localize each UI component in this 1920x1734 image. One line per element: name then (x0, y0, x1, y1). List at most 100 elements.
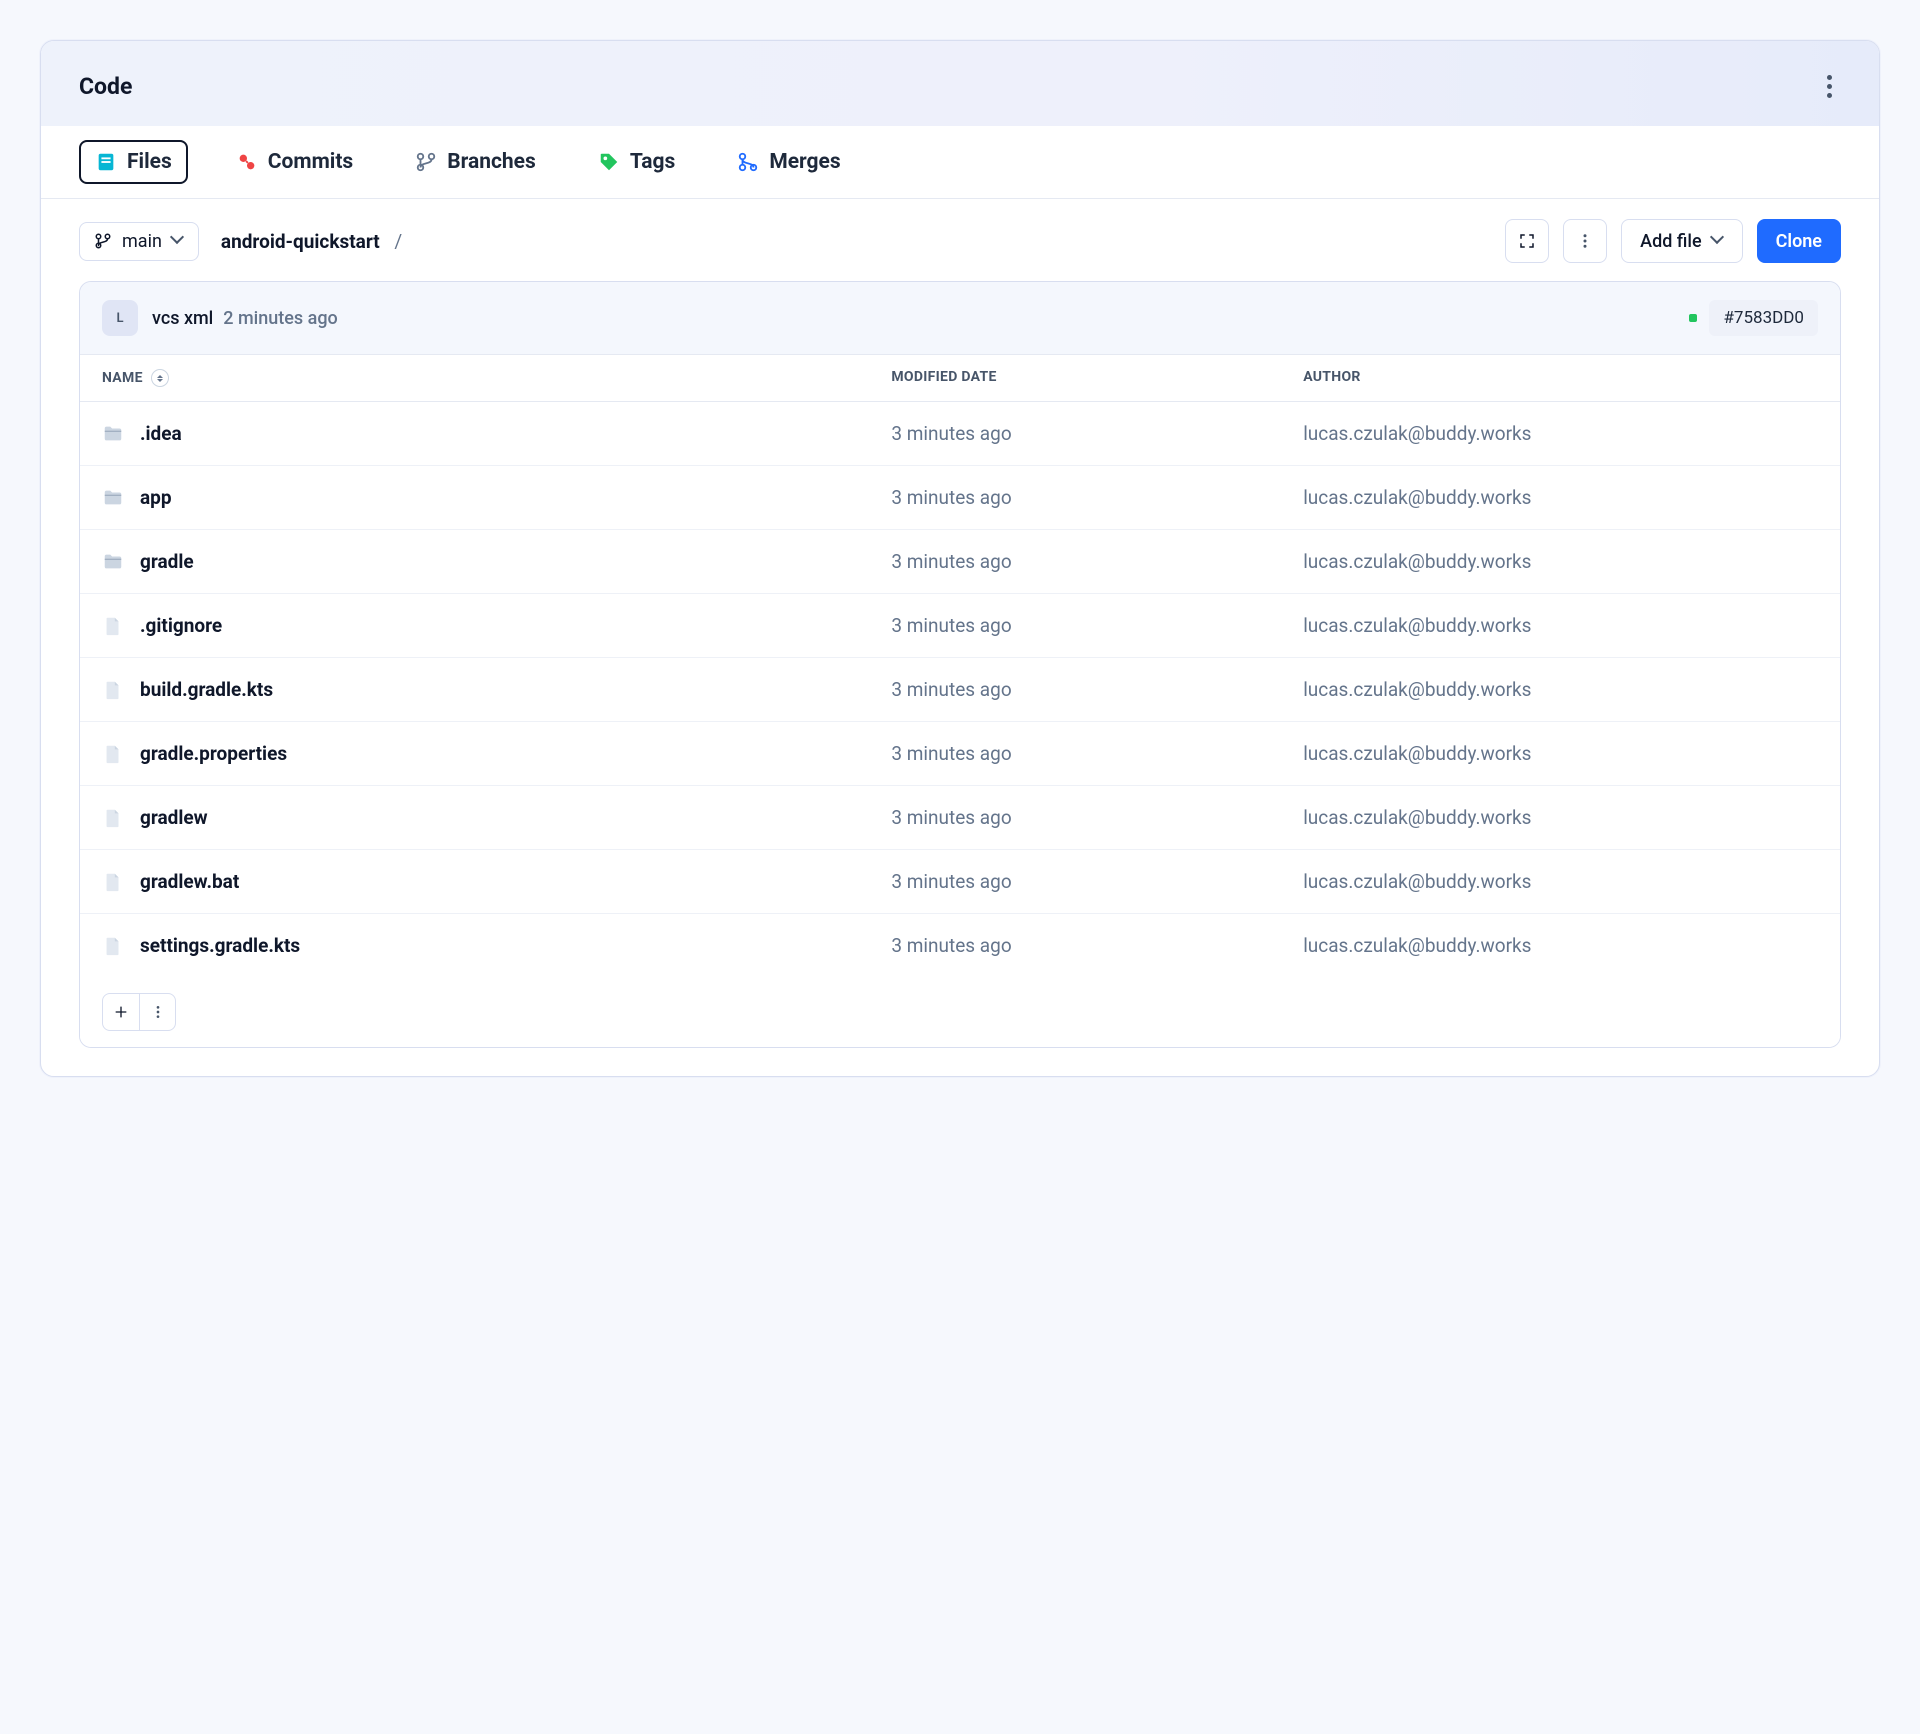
file-icon (102, 871, 124, 893)
commit-message[interactable]: vcs xml (152, 308, 213, 329)
table-row[interactable]: .idea 3 minutes agolucas.czulak@buddy.wor… (80, 402, 1840, 466)
footer-more-button[interactable] (139, 994, 175, 1030)
file-author: lucas.czulak@buddy.works (1303, 550, 1818, 573)
column-name[interactable]: NAME (102, 370, 143, 386)
tab-merges-icon (737, 151, 759, 173)
add-file-label: Add file (1640, 231, 1701, 252)
branch-selector[interactable]: main (79, 222, 199, 261)
file-author: lucas.czulak@buddy.works (1303, 806, 1818, 829)
tab-files-icon (95, 151, 117, 173)
footer-actions (102, 993, 176, 1031)
chevron-down-icon (1712, 235, 1724, 247)
sort-icon[interactable] (151, 369, 169, 387)
tab-branches-icon (415, 151, 437, 173)
file-modified: 3 minutes ago (891, 934, 1303, 957)
clone-label: Clone (1776, 231, 1822, 252)
branch-name: main (122, 231, 162, 252)
toolbar-more-button[interactable] (1563, 219, 1607, 263)
file-modified: 3 minutes ago (891, 614, 1303, 637)
file-modified: 3 minutes ago (891, 486, 1303, 509)
tabs: Files Commits Branches Tags Merges (41, 126, 1879, 199)
file-icon (102, 935, 124, 957)
tab-label: Merges (769, 150, 840, 174)
status-indicator (1689, 314, 1697, 322)
file-name: gradlew (140, 806, 208, 829)
dots-vertical-icon (150, 1004, 166, 1020)
table-row[interactable]: gradle.properties 3 minutes agolucas.czul… (80, 722, 1840, 786)
add-file-button[interactable]: Add file (1621, 219, 1742, 263)
file-name: app (140, 486, 172, 509)
file-modified: 3 minutes ago (891, 806, 1303, 829)
file-modified: 3 minutes ago (891, 870, 1303, 893)
tab-branches[interactable]: Branches (401, 140, 550, 184)
file-name: gradlew.bat (140, 870, 239, 893)
tab-label: Tags (630, 150, 676, 174)
page-title: Code (79, 73, 132, 100)
card-header: Code (41, 41, 1879, 126)
plus-icon (113, 1004, 129, 1020)
file-name: build.gradle.kts (140, 678, 273, 701)
breadcrumb-separator: / (384, 230, 412, 253)
file-name: gradle.properties (140, 742, 287, 765)
file-modified: 3 minutes ago (891, 742, 1303, 765)
file-icon (102, 679, 124, 701)
table-header: NAME MODIFIED DATE AUTHOR (80, 355, 1840, 402)
tab-commits-icon (236, 151, 258, 173)
file-panel: L vcs xml 2 minutes ago #7583DD0 NAME MO… (79, 281, 1841, 1048)
branch-icon (94, 232, 112, 250)
file-icon (102, 743, 124, 765)
tab-label: Files (127, 150, 172, 174)
file-author: lucas.czulak@buddy.works (1303, 742, 1818, 765)
file-author: lucas.czulak@buddy.works (1303, 870, 1818, 893)
table-row[interactable]: gradlew 3 minutes agolucas.czulak@buddy.w… (80, 786, 1840, 850)
file-icon (102, 807, 124, 829)
avatar: L (102, 300, 138, 336)
file-author: lucas.czulak@buddy.works (1303, 678, 1818, 701)
latest-commit-row: L vcs xml 2 minutes ago #7583DD0 (80, 282, 1840, 355)
commit-hash[interactable]: #7583DD0 (1709, 300, 1818, 336)
tab-files[interactable]: Files (79, 140, 188, 184)
file-author: lucas.czulak@buddy.works (1303, 486, 1818, 509)
column-modified[interactable]: MODIFIED DATE (891, 369, 1303, 387)
file-name: .idea (140, 422, 182, 445)
toolbar: main android-quickstart / Add file Clone (41, 199, 1879, 281)
file-name: gradle (140, 550, 194, 573)
code-card: Code Files Commits Branches Tags Merges main… (40, 40, 1880, 1077)
table-row[interactable]: app 3 minutes agolucas.czulak@buddy.works (80, 466, 1840, 530)
file-author: lucas.czulak@buddy.works (1303, 934, 1818, 957)
table-row[interactable]: gradle 3 minutes agolucas.czulak@buddy.wo… (80, 530, 1840, 594)
breadcrumb[interactable]: android-quickstart / (221, 230, 412, 253)
tab-tags-icon (598, 151, 620, 173)
table-row[interactable]: .gitignore 3 minutes agolucas.czulak@budd… (80, 594, 1840, 658)
commit-time: 2 minutes ago (223, 308, 338, 329)
clone-button[interactable]: Clone (1757, 219, 1841, 263)
card-more-button[interactable] (1817, 69, 1841, 104)
tab-tags[interactable]: Tags (584, 140, 690, 184)
chevron-down-icon (172, 235, 184, 247)
file-icon (102, 615, 124, 637)
fullscreen-icon (1518, 232, 1536, 250)
panel-footer (80, 977, 1840, 1047)
tab-merges[interactable]: Merges (723, 140, 854, 184)
file-modified: 3 minutes ago (891, 422, 1303, 445)
file-name: .gitignore (140, 614, 222, 637)
file-name: settings.gradle.kts (140, 934, 300, 957)
table-row[interactable]: build.gradle.kts 3 minutes agolucas.czula… (80, 658, 1840, 722)
folder-icon (102, 551, 124, 573)
tab-commits[interactable]: Commits (222, 140, 367, 184)
breadcrumb-root[interactable]: android-quickstart (221, 230, 380, 253)
column-author[interactable]: AUTHOR (1303, 369, 1818, 387)
file-modified: 3 minutes ago (891, 678, 1303, 701)
file-author: lucas.czulak@buddy.works (1303, 614, 1818, 637)
dots-vertical-icon (1576, 232, 1594, 250)
tab-label: Commits (268, 150, 353, 174)
tab-label: Branches (447, 150, 536, 174)
add-button[interactable] (103, 994, 139, 1030)
table-row[interactable]: gradlew.bat 3 minutes agolucas.czulak@bud… (80, 850, 1840, 914)
fullscreen-button[interactable] (1505, 219, 1549, 263)
folder-icon (102, 423, 124, 445)
folder-icon (102, 487, 124, 509)
file-author: lucas.czulak@buddy.works (1303, 422, 1818, 445)
table-row[interactable]: settings.gradle.kts 3 minutes agolucas.cz… (80, 914, 1840, 977)
file-modified: 3 minutes ago (891, 550, 1303, 573)
